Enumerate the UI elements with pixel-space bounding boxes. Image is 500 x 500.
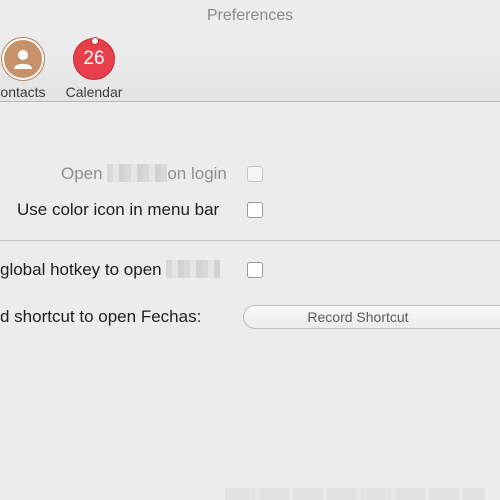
calendar-ring-icon: [91, 37, 99, 45]
calendar-date-badge: 26: [83, 48, 105, 69]
open-on-login-label-start: Open: [61, 164, 103, 183]
record-shortcut-button[interactable]: Record Shortcut: [243, 305, 500, 329]
redacted-app-name-2: [166, 260, 221, 278]
global-hotkey-label: global hotkey to open: [0, 260, 221, 280]
contacts-icon: [2, 38, 44, 80]
color-icon-label: Use color icon in menu bar: [17, 200, 220, 219]
toolbar-item-contacts[interactable]: ontacts: [0, 38, 56, 100]
preferences-toolbar: ontacts 26 Calendar: [0, 34, 500, 102]
calendar-icon: 26: [73, 37, 115, 80]
global-hotkey-label-text: global hotkey to open: [0, 260, 162, 279]
color-icon-checkbox[interactable]: [247, 202, 263, 218]
open-on-login-label: Open on login: [61, 164, 227, 184]
redacted-app-name: [107, 164, 168, 182]
open-on-login-checkbox[interactable]: [247, 166, 263, 182]
section-divider: [0, 240, 500, 241]
bottom-ghost-text: [225, 488, 485, 500]
toolbar-item-contacts-label: ontacts: [0, 84, 46, 100]
shortcut-label: d shortcut to open Fechas:: [0, 307, 202, 326]
global-hotkey-checkbox[interactable]: [247, 262, 263, 278]
toolbar-item-calendar[interactable]: 26 Calendar: [61, 37, 127, 100]
toolbar-item-calendar-label: Calendar: [65, 84, 123, 100]
toolbar-divider: [0, 101, 500, 102]
open-on-login-label-end: on login: [167, 164, 227, 183]
window-title: Preferences: [206, 7, 294, 24]
